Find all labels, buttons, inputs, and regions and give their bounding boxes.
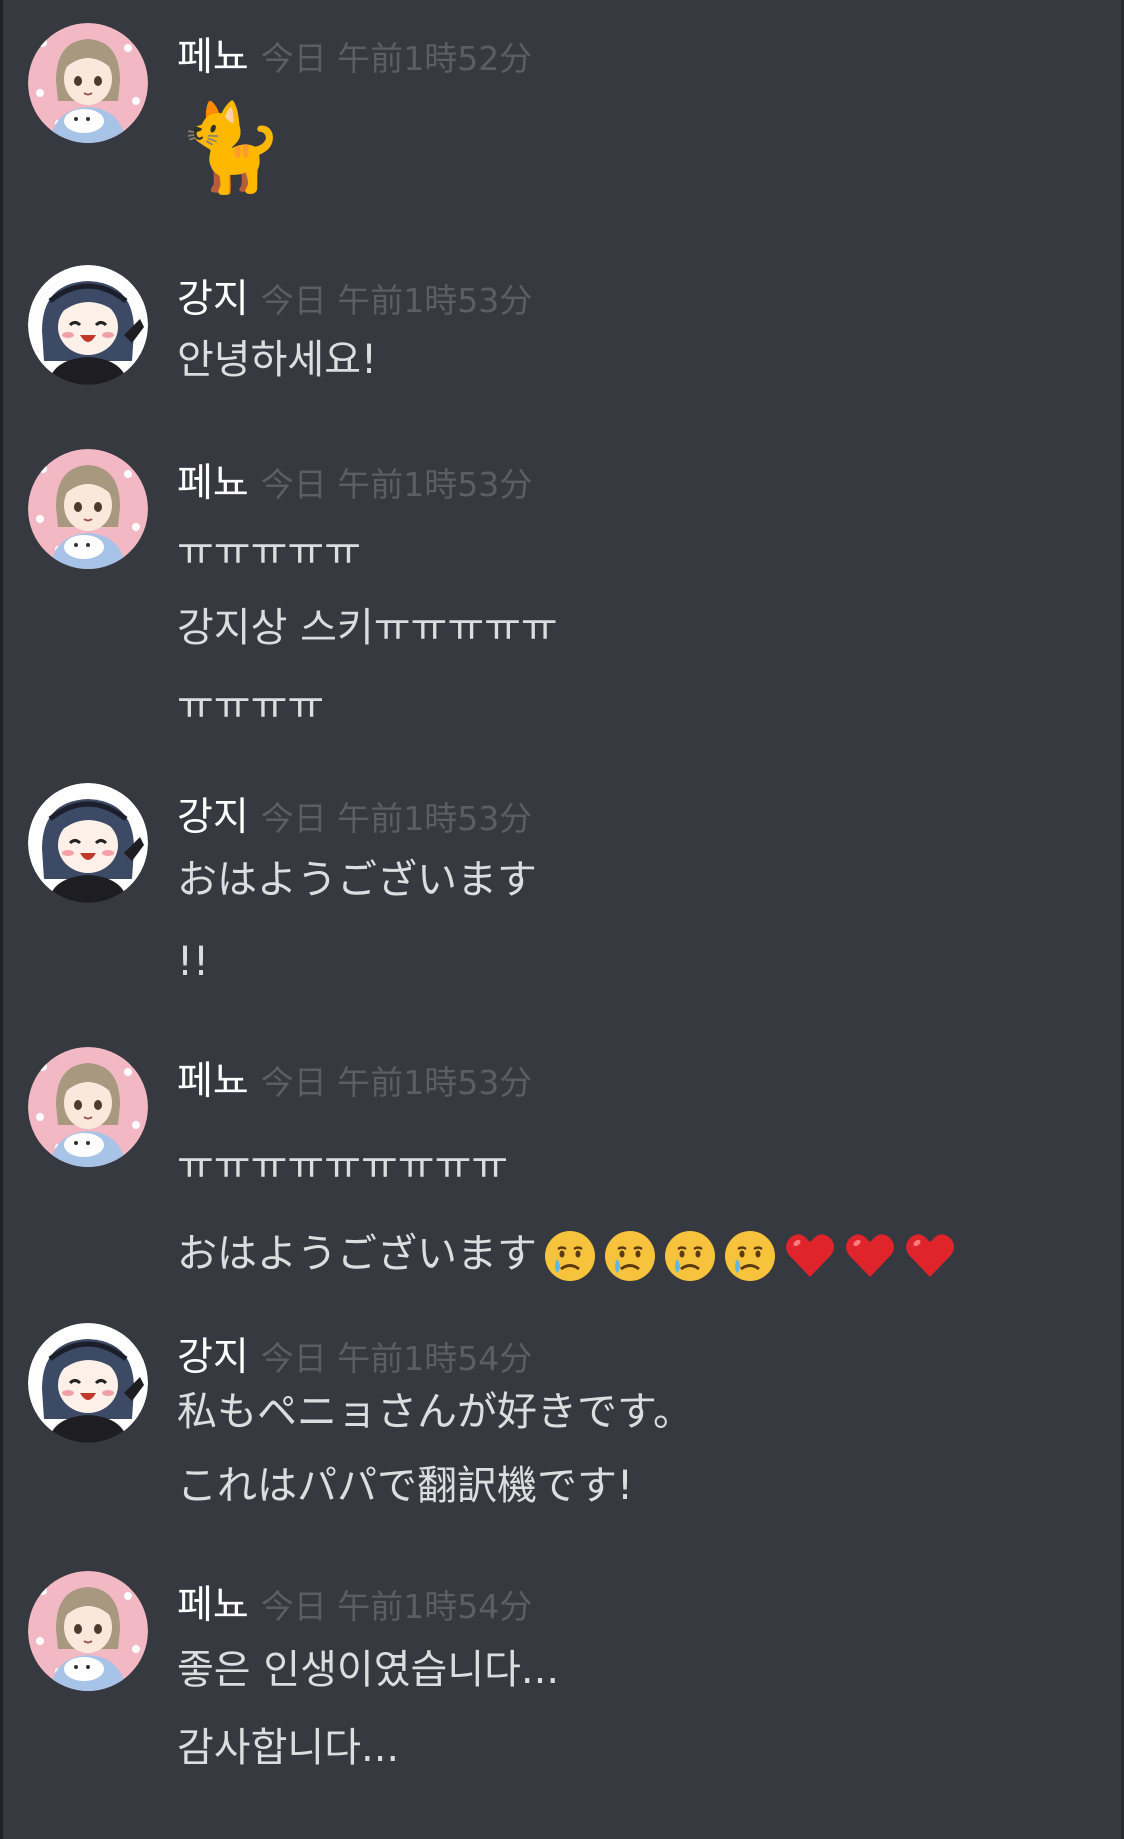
red-heart-icon bbox=[783, 1229, 837, 1283]
user-avatar[interactable] bbox=[28, 449, 148, 569]
crying-face-icon bbox=[723, 1229, 777, 1283]
crying-face-icon bbox=[603, 1229, 657, 1283]
username[interactable]: 강지 bbox=[177, 277, 249, 322]
message-text: ㅠㅠㅠㅠㅠㅠㅠㅠㅠ bbox=[177, 1143, 509, 1189]
timestamp[interactable]: 今日 午前1時53分 bbox=[261, 1063, 532, 1102]
pink-girl-avatar-icon bbox=[28, 449, 148, 569]
red-heart-icon bbox=[903, 1229, 957, 1283]
message-group: 페뇨 今日 午前1時52分 🐈 bbox=[0, 0, 1124, 230]
red-heart-icon bbox=[843, 1229, 897, 1283]
username[interactable]: 페뇨 bbox=[177, 461, 249, 506]
timestamp[interactable]: 今日 午前1時52分 bbox=[261, 39, 532, 78]
message-text: 좋은 인생이였습니다... bbox=[177, 1647, 560, 1693]
dark-hair-avatar-icon bbox=[28, 783, 148, 903]
username[interactable]: 페뇨 bbox=[177, 35, 249, 80]
message-text: ㅠㅠㅠㅠㅠ bbox=[177, 529, 361, 575]
message-content: 🐈 bbox=[177, 98, 284, 198]
crying-face-icon bbox=[663, 1229, 717, 1283]
message-header: 강지 今日 午前1時54分 bbox=[177, 1326, 532, 1382]
message-text: おはようございます bbox=[177, 1231, 537, 1277]
message-text: 강지상 스키ㅠㅠㅠㅠㅠ bbox=[177, 605, 558, 651]
timestamp[interactable]: 今日 午前1時54分 bbox=[261, 1587, 532, 1626]
message-header: 페뇨 今日 午前1時52分 bbox=[177, 26, 532, 82]
pink-girl-avatar-icon bbox=[28, 23, 148, 143]
message-text: これはパパで翻訳機です! bbox=[177, 1463, 634, 1509]
message-header: 페뇨 今日 午前1時53分 bbox=[177, 1050, 532, 1106]
message-group: 페뇨 今日 午前1時53分 ㅠㅠㅠㅠㅠ 강지상 스키ㅠㅠㅠㅠㅠ ㅠㅠㅠㅠ bbox=[0, 426, 1124, 736]
user-avatar[interactable] bbox=[28, 1323, 148, 1443]
username[interactable]: 페뇨 bbox=[177, 1059, 249, 1104]
message-text: 안녕하세요! bbox=[177, 337, 378, 383]
message-group: 강지 今日 午前1時54分 私もペニョさんが好きです。 これはパパで翻訳機です! bbox=[0, 1300, 1124, 1540]
timestamp[interactable]: 今日 午前1時54分 bbox=[261, 1339, 532, 1378]
pink-girl-avatar-icon bbox=[28, 1571, 148, 1691]
message-content: おはようございます bbox=[177, 1228, 957, 1283]
message-text: ㅠㅠㅠㅠ bbox=[177, 683, 325, 729]
message-group: 페뇨 今日 午前1時53分 ㅠㅠㅠㅠㅠㅠㅠㅠㅠ おはようございます bbox=[0, 1024, 1124, 1294]
user-avatar[interactable] bbox=[28, 1571, 148, 1691]
user-avatar[interactable] bbox=[28, 265, 148, 385]
user-avatar[interactable] bbox=[28, 1047, 148, 1167]
message-group: 강지 今日 午前1時53分 안녕하세요! bbox=[0, 242, 1124, 402]
timestamp[interactable]: 今日 午前1時53分 bbox=[261, 281, 532, 320]
message-header: 페뇨 今日 午前1時53分 bbox=[177, 452, 532, 508]
message-text: おはようございます bbox=[177, 857, 537, 903]
pink-girl-avatar-icon bbox=[28, 1047, 148, 1167]
dark-hair-avatar-icon bbox=[28, 1323, 148, 1443]
message-text: !! bbox=[177, 939, 210, 985]
user-avatar[interactable] bbox=[28, 23, 148, 143]
timestamp[interactable]: 今日 午前1時53分 bbox=[261, 799, 532, 838]
cat-emoji-icon: 🐈 bbox=[177, 98, 285, 198]
message-header: 강지 今日 午前1時53分 bbox=[177, 786, 532, 842]
message-text: 감사합니다... bbox=[177, 1725, 400, 1771]
timestamp[interactable]: 今日 午前1時53分 bbox=[261, 465, 532, 504]
crying-face-icon bbox=[543, 1229, 597, 1283]
chat-log: 페뇨 今日 午前1時52分 🐈 강지 今日 午前1時53分 안녕하세요! 페뇨 … bbox=[0, 0, 1124, 1839]
message-header: 페뇨 今日 午前1時54分 bbox=[177, 1574, 532, 1630]
username[interactable]: 강지 bbox=[177, 795, 249, 840]
message-group: 강지 今日 午前1時53分 おはようございます !! bbox=[0, 760, 1124, 1010]
user-avatar[interactable] bbox=[28, 783, 148, 903]
username[interactable]: 페뇨 bbox=[177, 1583, 249, 1628]
dark-hair-avatar-icon bbox=[28, 265, 148, 385]
message-header: 강지 今日 午前1時53分 bbox=[177, 268, 532, 324]
username[interactable]: 강지 bbox=[177, 1335, 249, 1380]
message-text: 私もペニョさんが好きです。 bbox=[177, 1389, 693, 1435]
message-group: 페뇨 今日 午前1時54分 좋은 인생이였습니다... 감사합니다... bbox=[0, 1548, 1124, 1828]
